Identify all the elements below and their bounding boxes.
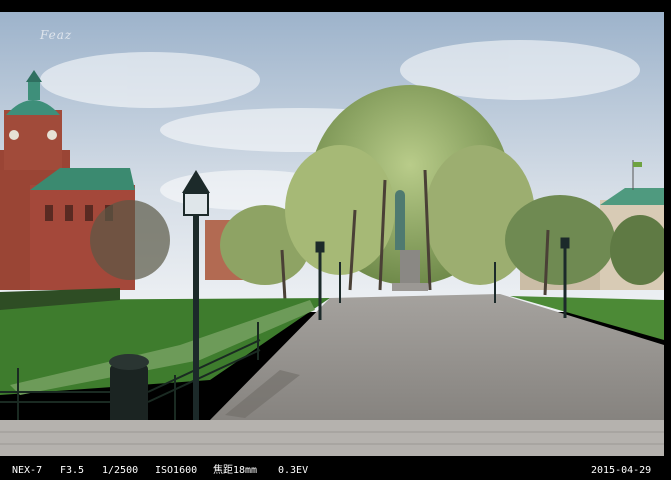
sidewalk [0,420,664,456]
exif-iso: ISO1600 [155,465,198,476]
exif-camera: NEX-7 [12,465,43,476]
exif-focal-length: 焦距18mm [213,465,258,476]
exif-shutter: 1/2500 [102,465,139,476]
park-photo [0,0,671,480]
exif-date: 2015-04-29 [591,465,652,476]
exif-aperture: F3.5 [60,465,85,476]
exif-exposure: 0.3EV [278,465,309,476]
signature-watermark: Feaz [40,28,73,42]
